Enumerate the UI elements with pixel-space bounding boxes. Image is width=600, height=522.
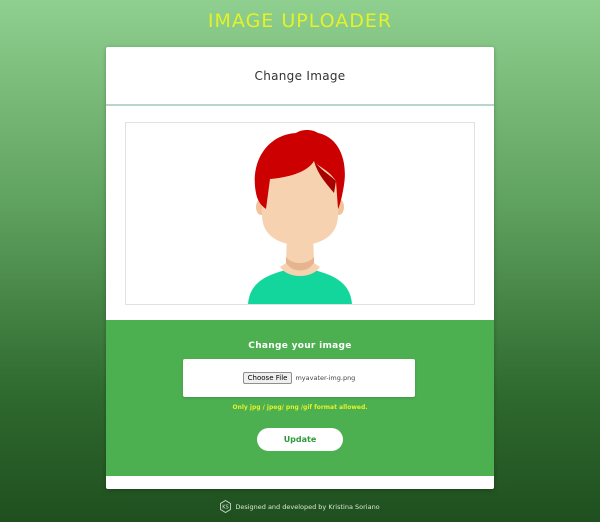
ks-logo-text: KS — [223, 505, 229, 511]
selected-file-name: myavater-img.png — [295, 374, 356, 382]
update-button[interactable]: Update — [257, 428, 343, 451]
format-hint: Only jpg / jpeg/ png /gif format allowed… — [232, 404, 368, 411]
avatar-image — [248, 130, 352, 304]
image-preview — [125, 122, 475, 305]
footer-credit: Designed and developed by Kristina Soria… — [235, 502, 380, 511]
uploader-card: Change Image Change your image Choose Fi… — [106, 47, 494, 489]
file-input[interactable]: Choose File myavater-img.png — [183, 359, 415, 397]
app-title: IMAGE UPLOADER — [207, 10, 393, 32]
footer: KS Designed and developed by Kristina So… — [0, 500, 600, 513]
upload-panel: Change your image Choose File myavater-i… — [106, 320, 494, 476]
ks-logo-icon: KS — [220, 500, 232, 513]
upload-label: Change your image — [248, 341, 352, 351]
card-header: Change Image — [106, 47, 494, 106]
choose-file-button[interactable]: Choose File — [242, 372, 293, 384]
card-header-title: Change Image — [254, 68, 346, 83]
